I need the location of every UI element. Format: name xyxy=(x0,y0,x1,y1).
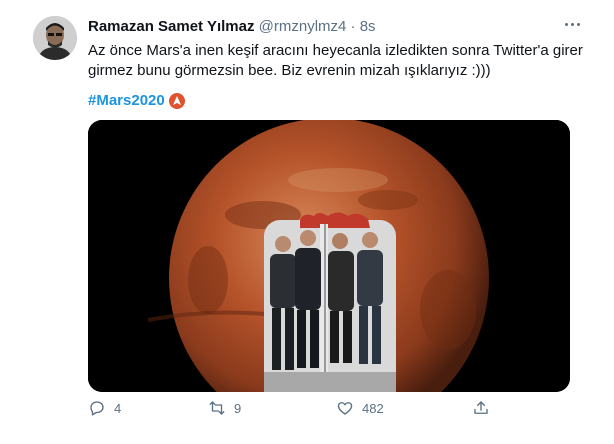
user-handle[interactable]: @rmznylmz4 xyxy=(259,18,347,35)
hashtag-link[interactable]: #Mars2020 xyxy=(88,92,165,109)
tweet-actions: 4 9 482 xyxy=(88,399,568,421)
display-name[interactable]: Ramazan Samet Yılmaz xyxy=(88,18,254,35)
reply-icon xyxy=(90,401,104,416)
share-icon xyxy=(474,401,488,414)
tweet-text: Az önce Mars'a inen keşif aracını heyeca… xyxy=(88,42,583,79)
more-options-button[interactable] xyxy=(560,14,584,34)
tweet-image[interactable] xyxy=(88,120,570,392)
retweet-button[interactable]: 9 xyxy=(208,399,241,417)
share-button[interactable] xyxy=(472,399,498,417)
reply-count: 4 xyxy=(114,400,122,416)
like-count: 482 xyxy=(362,400,384,416)
tweet[interactable]: Ramazan Samet Yılmaz @rmznylmz4 · 8s Az … xyxy=(0,0,614,444)
retweet-count: 9 xyxy=(234,400,242,416)
hashtag-line: #Mars2020 xyxy=(88,92,185,109)
tweet-header: Ramazan Samet Yılmaz @rmznylmz4 · 8s xyxy=(88,18,376,35)
tweet-time[interactable]: 8s xyxy=(360,18,376,35)
avatar[interactable] xyxy=(33,16,77,60)
heart-icon xyxy=(337,402,353,415)
more-dots-icon xyxy=(564,22,568,26)
reply-button[interactable]: 4 xyxy=(88,399,121,417)
separator: · xyxy=(350,18,356,35)
retweet-icon xyxy=(209,401,225,415)
mars-perseverance-hashflag-icon xyxy=(168,92,185,109)
like-button[interactable]: 482 xyxy=(336,399,384,417)
